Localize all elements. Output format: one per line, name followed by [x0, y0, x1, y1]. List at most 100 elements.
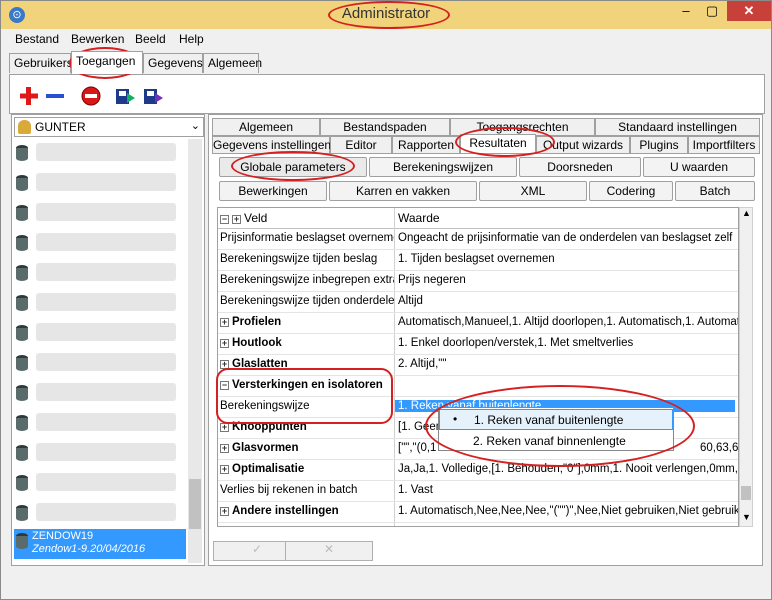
tab-toegangen[interactable]: Toegangen — [71, 51, 143, 74]
value-cell[interactable]: 1. Enkel doorlopen/verstek,1. Met smeltv… — [398, 337, 738, 349]
list-item[interactable] — [14, 289, 188, 319]
value-cell[interactable]: Ja,Ja,1. Volledige,[1. Behouden,"0"],0mm… — [398, 463, 738, 475]
doorsneden-button[interactable]: Doorsneden — [519, 157, 641, 177]
field-cell: +Foutmeldingen — [220, 526, 394, 527]
bewerkingen-button[interactable]: Bewerkingen — [219, 181, 327, 201]
list-scrollbar[interactable] — [188, 139, 202, 563]
menu-help[interactable]: Help — [179, 32, 204, 46]
user-combo[interactable]: GUNTER ⌄ — [14, 117, 204, 137]
value-cell[interactable]: Ongeacht de prijsinformatie van de onder… — [398, 232, 738, 244]
cancel-button[interactable]: ✕ — [285, 541, 373, 561]
value-cell[interactable]: 1. Tijden beslagset overnemen — [398, 253, 738, 265]
expand-icon[interactable]: + — [220, 318, 229, 327]
remove-icon[interactable] — [44, 85, 66, 107]
table-row[interactable]: Berekeningswijze inbegrepen extra's Prijs… — [218, 271, 738, 292]
maximize-button[interactable]: ▢ — [699, 1, 725, 21]
expand-icon[interactable]: + — [220, 507, 229, 516]
list-item[interactable] — [14, 139, 188, 169]
value-cell[interactable]: 1. Automatisch,Nee,Nee,Nee,"("")",Nee,Ni… — [398, 505, 738, 517]
value-cell[interactable]: 1. Vast — [398, 484, 738, 496]
scroll-down-icon[interactable]: ▼ — [742, 512, 751, 522]
menu-beeld[interactable]: Beeld — [135, 32, 166, 46]
value-cell[interactable]: Altijd — [398, 295, 738, 307]
value-cell[interactable]: 2. Altijd,"" — [398, 358, 738, 370]
collapse-all-icon[interactable]: − — [220, 215, 229, 224]
table-row[interactable]: − Versterkingen en isolatoren — [218, 376, 738, 397]
menu-bewerken[interactable]: Bewerken — [71, 32, 124, 46]
value-cell[interactable]: Prijs negeren — [398, 274, 738, 286]
grid-scrollbar[interactable]: ▲ ▼ — [739, 207, 753, 527]
u-waarden-button[interactable]: U waarden — [643, 157, 755, 177]
expand-icon[interactable]: + — [220, 360, 229, 369]
tab-standaard-instellingen[interactable]: Standaard instellingen — [595, 118, 760, 136]
table-row[interactable]: Berekeningswijze tijden onderdelen Altijd — [218, 292, 738, 313]
batch-button[interactable]: Batch — [675, 181, 755, 201]
tab-gegevens[interactable]: Gegevens — [143, 53, 203, 73]
field-cell: + Profielen — [220, 316, 282, 328]
tab-importfilters[interactable]: Importfilters — [688, 136, 760, 154]
xml-button[interactable]: XML — [479, 181, 587, 201]
list-item[interactable] — [14, 409, 188, 439]
tab-gegevens-instellingen[interactable]: Gegevens instellingen — [212, 136, 331, 154]
list-item[interactable] — [14, 229, 188, 259]
selected-database-item[interactable]: ZENDOW19 Zendow1-9.20/04/2016 — [14, 529, 186, 559]
tab-algemeen-settings[interactable]: Algemeen — [212, 118, 320, 136]
database-icon — [16, 265, 28, 281]
value-cell[interactable]: Automatisch,Manueel,1. Altijd doorlopen,… — [398, 316, 738, 328]
karren-en-vakken-button[interactable]: Karren en vakken — [329, 181, 477, 201]
table-row[interactable]: Prijsinformatie beslagset overnemen Ongea… — [218, 229, 738, 250]
minimize-button[interactable]: – — [673, 1, 699, 21]
tab-rapporten[interactable]: Rapporten — [392, 136, 460, 154]
list-item[interactable] — [14, 469, 188, 499]
add-icon[interactable] — [18, 85, 40, 107]
scrollbar-thumb[interactable] — [741, 486, 751, 500]
table-row[interactable]: +Foutmeldingen Nee,Nee,Nee,Nee,Ja — [218, 523, 738, 527]
list-item[interactable] — [14, 259, 188, 289]
list-item[interactable] — [14, 439, 188, 469]
database-icon — [16, 505, 28, 521]
table-row[interactable]: + Houtlook 1. Enkel doorlopen/verstek,1. M… — [218, 334, 738, 355]
collapse-icon[interactable]: − — [220, 381, 229, 390]
chevron-down-icon[interactable]: ⌄ — [191, 119, 200, 132]
close-button[interactable]: ✕ — [727, 1, 771, 21]
list-item[interactable] — [14, 199, 188, 229]
menu-bestand[interactable]: Bestand — [15, 32, 59, 46]
list-item[interactable] — [14, 349, 188, 379]
scroll-up-icon[interactable]: ▲ — [742, 208, 751, 218]
table-row[interactable]: Verlies bij rekenen in batch 1. Vast — [218, 481, 738, 502]
tab-gebruikers[interactable]: Gebruikers — [9, 53, 73, 73]
tab-bestandspaden[interactable]: Bestandspaden — [320, 118, 450, 136]
list-item[interactable] — [14, 499, 188, 529]
list-item[interactable] — [14, 169, 188, 199]
table-row[interactable]: + Profielen Automatisch,Manueel,1. Altijd … — [218, 313, 738, 334]
import-icon[interactable] — [142, 85, 164, 107]
globale-parameters-button[interactable]: Globale parameters — [219, 157, 367, 177]
table-row[interactable]: + Andere instellingen 1. Automatisch,Nee,N… — [218, 502, 738, 523]
expand-icon[interactable]: + — [220, 444, 229, 453]
table-row[interactable]: + Optimalisatie Ja,Ja,1. Volledige,[1. Beh… — [218, 460, 738, 481]
expand-icon[interactable]: + — [220, 423, 229, 432]
list-item[interactable] — [14, 319, 188, 349]
tab-algemeen[interactable]: Algemeen — [203, 53, 262, 73]
delete-icon[interactable] — [80, 85, 102, 107]
tab-resultaten[interactable]: Resultaten — [460, 134, 536, 154]
blurred-label — [36, 143, 176, 161]
dropdown-option-binnenlengte[interactable]: 2. Reken vanaf binnenlengte — [439, 431, 673, 452]
export-icon[interactable] — [114, 85, 136, 107]
tab-plugins[interactable]: Plugins — [630, 136, 688, 154]
expand-icon[interactable]: + — [220, 339, 229, 348]
table-row[interactable]: Berekeningswijze tijden beslag 1. Tijden … — [218, 250, 738, 271]
list-item[interactable] — [14, 379, 188, 409]
value-cell[interactable]: Nee,Nee,Nee,Nee,Ja — [398, 526, 738, 527]
database-icon — [16, 475, 28, 491]
berekeningswijzen-button[interactable]: Berekeningswijzen — [369, 157, 517, 177]
tab-output-wizards[interactable]: Output wizards — [536, 136, 630, 154]
dropdown-option-buitenlengte[interactable]: • 1. Reken vanaf buitenlengte — [439, 409, 673, 430]
scrollbar-thumb[interactable] — [189, 479, 201, 529]
tab-editor[interactable]: Editor — [330, 136, 392, 154]
codering-button[interactable]: Codering — [589, 181, 673, 201]
table-row[interactable]: + Glaslatten 2. Altijd,"" — [218, 355, 738, 376]
expand-icon[interactable]: + — [220, 465, 229, 474]
database-icon — [16, 175, 28, 191]
expand-all-icon[interactable]: + — [232, 215, 241, 224]
